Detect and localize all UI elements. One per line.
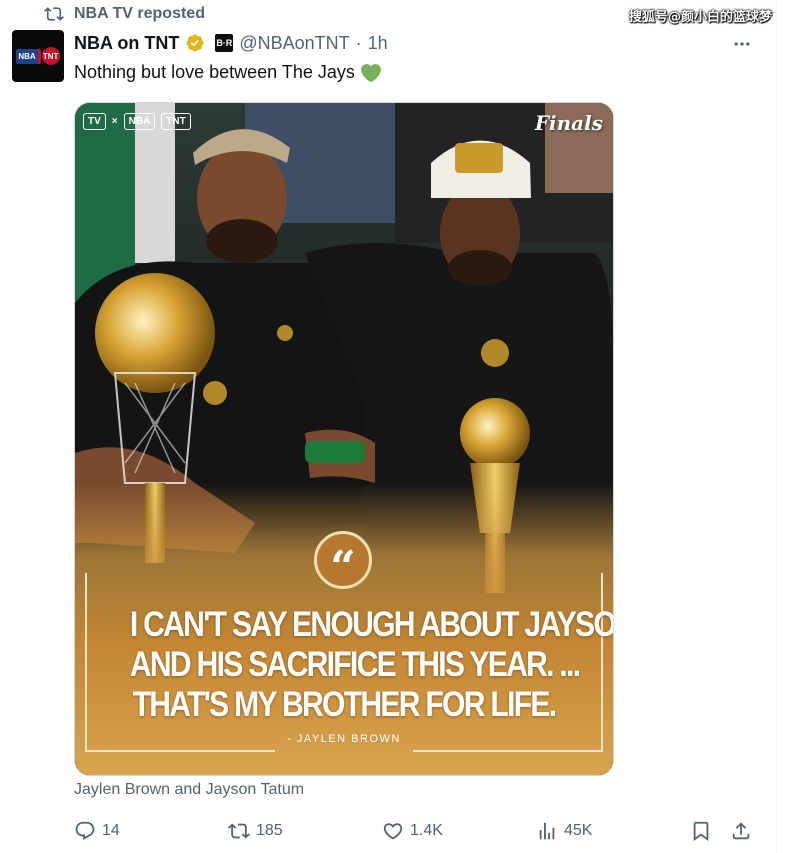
tweet-body: Nothing but love between The Jays bbox=[74, 62, 355, 82]
tweet-timestamp[interactable]: 1h bbox=[368, 33, 388, 54]
repost-label: NBA TV reposted bbox=[74, 5, 205, 22]
bookmark-icon bbox=[693, 821, 709, 842]
heart-icon bbox=[383, 823, 403, 840]
views-button[interactable]: 45K bbox=[536, 818, 592, 844]
like-count: 1.4K bbox=[410, 822, 443, 839]
frame-line-right bbox=[601, 573, 603, 751]
logo-separator: × bbox=[111, 116, 118, 127]
tweet-action-bar: 14 185 1.4K 45K bbox=[74, 818, 764, 844]
watermark-text: 搜狐号@颜小白的篮球梦 bbox=[628, 10, 772, 25]
like-button[interactable]: 1.4K bbox=[382, 818, 443, 844]
author-display-name[interactable]: NBA on TNT bbox=[74, 33, 179, 54]
repost-button[interactable]: 185 bbox=[228, 818, 283, 844]
repost-count: 185 bbox=[256, 822, 283, 839]
nbatv-logo: TV bbox=[83, 113, 106, 130]
views-count: 45K bbox=[564, 822, 593, 839]
quote-line: I CAN'T SAY ENOUGH ABOUT JAYSON TATUM bbox=[129, 605, 613, 644]
share-button[interactable] bbox=[730, 818, 752, 844]
repost-icon bbox=[44, 7, 64, 21]
nba-finals-logo: Finals bbox=[534, 111, 603, 135]
reply-button[interactable]: 14 bbox=[74, 818, 120, 844]
frame-line-bottom-right bbox=[413, 750, 603, 752]
frame-line-left bbox=[85, 573, 87, 751]
author-handle[interactable]: @NBAonTNT bbox=[239, 33, 349, 54]
verified-gold-icon[interactable] bbox=[185, 33, 205, 53]
media-broadcaster-logos: TV × NBA TNT bbox=[83, 113, 191, 130]
share-icon bbox=[732, 822, 750, 840]
more-options-button[interactable] bbox=[730, 32, 754, 56]
quote-mark-icon: “ bbox=[314, 531, 372, 590]
quote-text: I CAN'T SAY ENOUGH ABOUT JAYSON TATUM AN… bbox=[129, 605, 613, 725]
bleacher-report-badge[interactable]: B·R bbox=[215, 34, 234, 52]
tweet-media-image[interactable]: TV × NBA TNT Finals “ I CAN'T SAY ENOUGH… bbox=[74, 102, 614, 776]
quote-line: THAT'S MY BROTHER FOR LIFE. bbox=[132, 685, 558, 724]
media-alt-caption: Jaylen Brown and Jayson Tatum bbox=[74, 781, 305, 798]
header-separator: · bbox=[355, 32, 362, 53]
repost-indicator[interactable]: NBA TV reposted bbox=[44, 4, 205, 24]
bookmark-button[interactable] bbox=[690, 818, 712, 844]
more-dots-icon bbox=[734, 42, 750, 46]
reply-count: 14 bbox=[102, 822, 120, 839]
timeline-border bbox=[777, 0, 778, 853]
avatar-tnt-logo: TNT bbox=[41, 47, 60, 65]
repost-icon bbox=[228, 823, 250, 839]
avatar-logo: NBA TNT bbox=[16, 47, 60, 65]
quote-attribution: - JAYLEN BROWN bbox=[287, 733, 401, 745]
views-chart-icon bbox=[539, 822, 555, 840]
tweet-page: NBA TV reposted 搜狐号@颜小白的篮球梦 NBA TNT NBA … bbox=[0, 0, 788, 853]
avatar[interactable]: NBA TNT bbox=[12, 30, 64, 82]
reply-icon bbox=[75, 821, 95, 840]
nba-logo: NBA bbox=[123, 113, 156, 130]
tnt-logo: TNT bbox=[161, 113, 191, 130]
green-heart-icon bbox=[360, 63, 381, 82]
quote-line: AND HIS SACRIFICE THIS YEAR. ... bbox=[129, 645, 581, 684]
avatar-nba-logo: NBA bbox=[16, 48, 41, 64]
tweet-header: NBA on TNT B·R @NBAonTNT · 1h bbox=[74, 30, 388, 56]
frame-line-bottom-left bbox=[85, 750, 275, 752]
tweet-text: Nothing but love between The Jays bbox=[74, 62, 381, 83]
